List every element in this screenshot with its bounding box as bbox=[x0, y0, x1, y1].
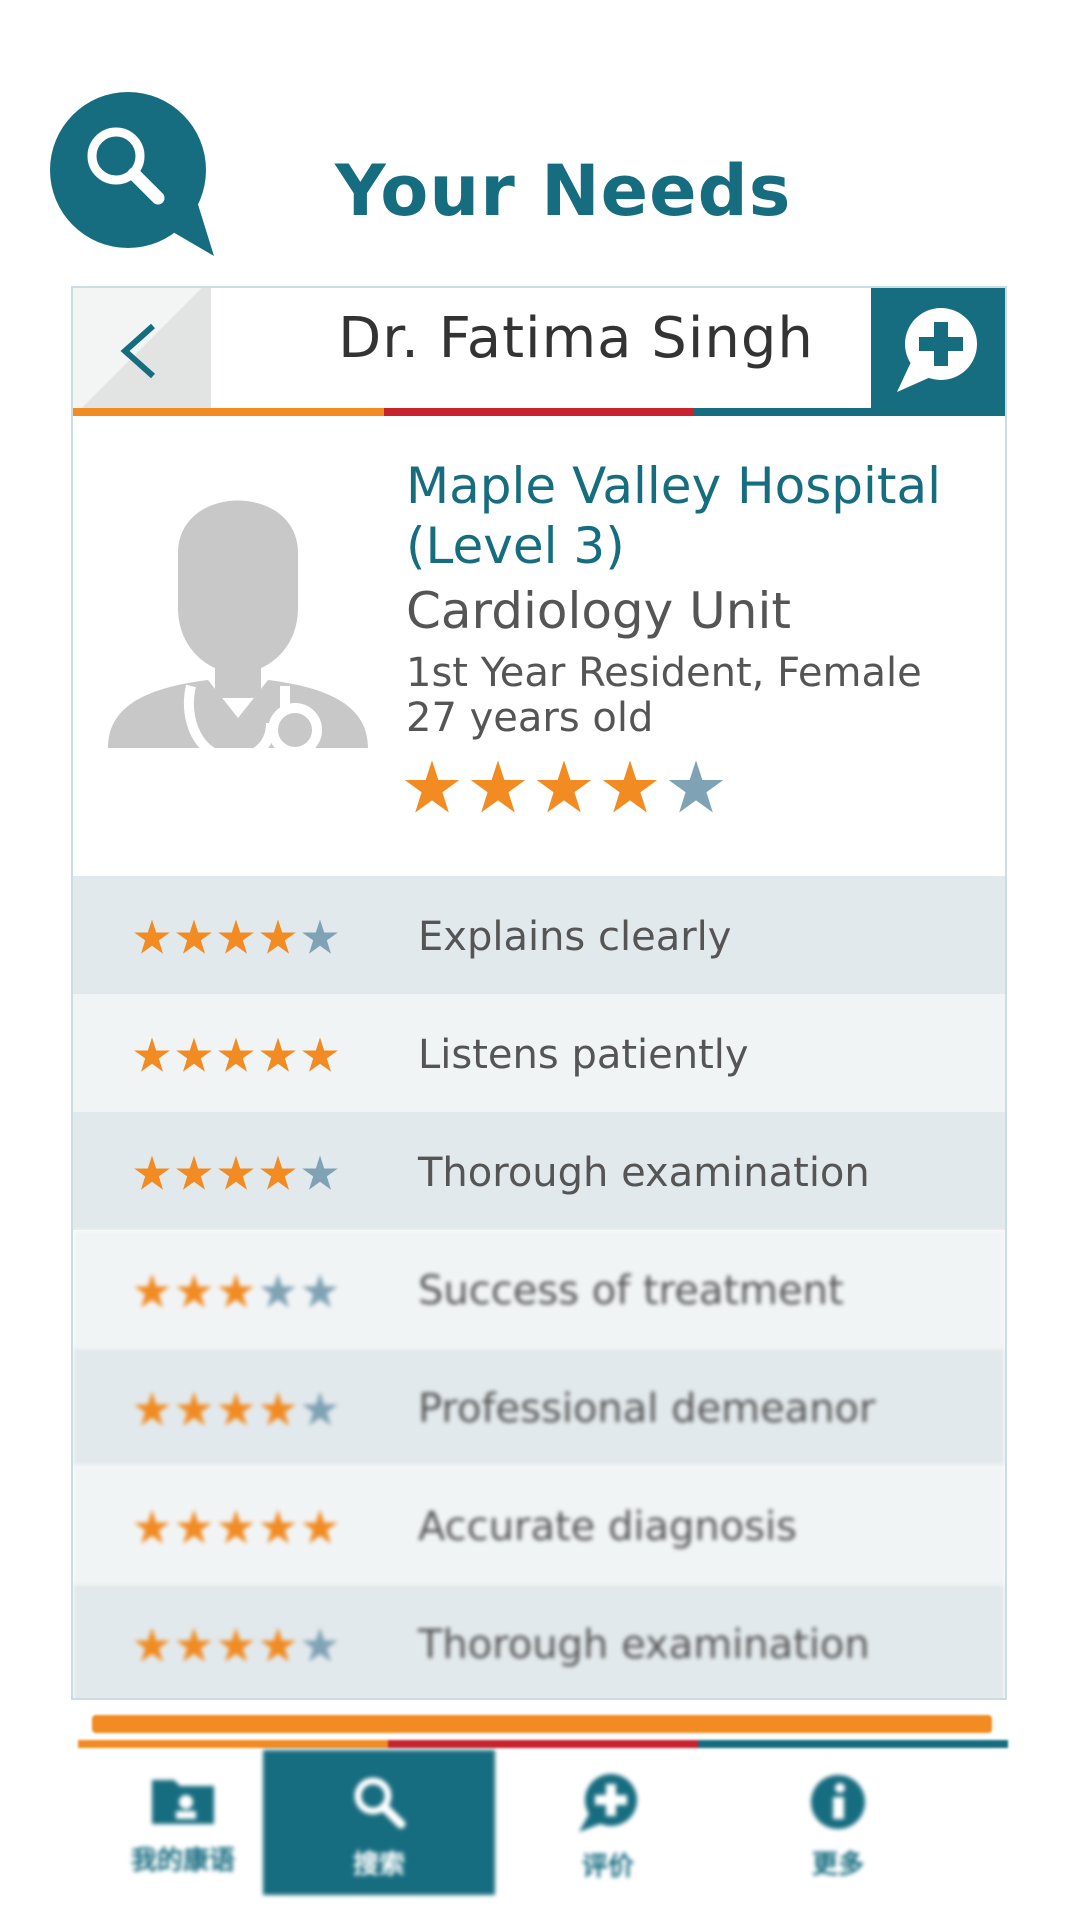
nav-color-strip bbox=[78, 1740, 1008, 1748]
star-filled-icon bbox=[260, 1391, 296, 1426]
rating-stars bbox=[133, 1272, 339, 1310]
star-filled-icon bbox=[134, 1037, 170, 1072]
card-header: Dr. Fatima Singh bbox=[73, 288, 1005, 416]
star-filled-icon bbox=[176, 1037, 212, 1072]
rating-row: Accurate diagnosis bbox=[73, 1466, 1005, 1584]
doctor-avatar-icon bbox=[103, 458, 373, 788]
rating-row: Thorough examination bbox=[73, 1584, 1005, 1698]
star-empty-icon bbox=[668, 760, 724, 813]
doctor-name: Dr. Fatima Singh bbox=[338, 306, 814, 371]
rating-stars bbox=[133, 918, 339, 956]
hospital-name: Maple Valley Hospital (Level 3) bbox=[406, 457, 942, 575]
nav-label: 搜索 bbox=[352, 1850, 405, 1880]
star-empty-icon bbox=[302, 1155, 338, 1190]
star-filled-icon bbox=[134, 1155, 170, 1190]
rating-stars bbox=[133, 1626, 339, 1664]
rating-label: Success of treatment bbox=[418, 1268, 844, 1314]
rating-label: Accurate diagnosis bbox=[418, 1504, 797, 1550]
star-filled-icon bbox=[218, 1155, 254, 1190]
rating-row: Explains clearly bbox=[73, 876, 1005, 994]
star-filled-icon bbox=[260, 1627, 296, 1662]
star-filled-icon bbox=[176, 1391, 212, 1426]
promo-heading: Your Needs bbox=[335, 150, 792, 232]
star-filled-icon bbox=[218, 1037, 254, 1072]
star-filled-icon bbox=[176, 1273, 212, 1308]
rating-row: Thorough examination bbox=[73, 1112, 1005, 1230]
rating-label: Thorough examination bbox=[418, 1150, 870, 1196]
nav-item-search[interactable]: 搜索 bbox=[263, 1750, 495, 1895]
star-empty-icon bbox=[302, 1391, 338, 1426]
star-filled-icon bbox=[602, 760, 658, 813]
department-name: Cardiology Unit bbox=[406, 582, 791, 640]
back-button[interactable] bbox=[73, 288, 211, 408]
add-review-button[interactable] bbox=[871, 288, 1005, 408]
chevron-left-icon bbox=[120, 323, 155, 379]
nav-label: 更多 bbox=[811, 1850, 864, 1880]
nav-label: 评价 bbox=[581, 1852, 634, 1882]
rating-row: Professional demeanor bbox=[73, 1348, 1005, 1466]
star-filled-icon bbox=[302, 1509, 338, 1544]
star-filled-icon bbox=[176, 1627, 212, 1662]
info-icon bbox=[808, 1772, 868, 1836]
star-filled-icon bbox=[134, 1509, 170, 1544]
star-filled-icon bbox=[260, 1037, 296, 1072]
star-filled-icon bbox=[260, 1155, 296, 1190]
star-filled-icon bbox=[176, 1155, 212, 1190]
rating-stars bbox=[133, 1508, 339, 1546]
rating-row: Listens patiently bbox=[73, 994, 1005, 1112]
doctor-age: 27 years old bbox=[406, 695, 654, 741]
add-comment-icon bbox=[575, 1772, 641, 1838]
doctor-card: Dr. Fatima Singh Maple Valley Hospital (… bbox=[71, 286, 1007, 1700]
nav-item-folder-profile[interactable]: 我的康语 bbox=[78, 1750, 288, 1895]
doctor-position: 1st Year Resident, Female bbox=[406, 650, 922, 696]
star-empty-icon bbox=[302, 919, 338, 954]
star-filled-icon bbox=[470, 760, 526, 813]
star-filled-icon bbox=[302, 1037, 338, 1072]
star-filled-icon bbox=[404, 760, 460, 813]
star-filled-icon bbox=[218, 1509, 254, 1544]
rating-label: Thorough examination bbox=[418, 1622, 870, 1668]
star-filled-icon bbox=[218, 1391, 254, 1426]
nav-item-add-comment[interactable]: 评价 bbox=[503, 1750, 713, 1895]
star-filled-icon bbox=[218, 1273, 254, 1308]
rating-row: Success of treatment bbox=[73, 1230, 1005, 1348]
accent-band bbox=[92, 1715, 992, 1733]
search-bubble-icon bbox=[46, 88, 261, 258]
star-filled-icon bbox=[176, 1509, 212, 1544]
search-icon bbox=[349, 1772, 409, 1836]
star-filled-icon bbox=[134, 1273, 170, 1308]
star-filled-icon bbox=[134, 919, 170, 954]
nav-item-info[interactable]: 更多 bbox=[733, 1750, 943, 1895]
star-filled-icon bbox=[536, 760, 592, 813]
nav-label: 我的康语 bbox=[130, 1846, 235, 1876]
star-filled-icon bbox=[176, 919, 212, 954]
star-empty-icon bbox=[260, 1273, 296, 1308]
star-filled-icon bbox=[134, 1627, 170, 1662]
overall-rating bbox=[403, 758, 725, 816]
rating-stars bbox=[133, 1390, 339, 1428]
rating-stars bbox=[133, 1154, 339, 1192]
star-filled-icon bbox=[218, 919, 254, 954]
star-filled-icon bbox=[134, 1391, 170, 1426]
star-filled-icon bbox=[260, 1509, 296, 1544]
bottom-nav: 我的康语 搜索 评价 更多 bbox=[78, 1750, 1008, 1895]
star-empty-icon bbox=[302, 1273, 338, 1308]
rating-label: Listens patiently bbox=[418, 1032, 749, 1078]
rating-label: Explains clearly bbox=[418, 914, 732, 960]
star-filled-icon bbox=[218, 1627, 254, 1662]
star-empty-icon bbox=[302, 1627, 338, 1662]
color-strip bbox=[73, 408, 1005, 416]
add-comment-icon bbox=[897, 308, 977, 392]
folder-profile-icon bbox=[148, 1772, 218, 1832]
star-filled-icon bbox=[260, 919, 296, 954]
rating-label: Professional demeanor bbox=[418, 1386, 876, 1432]
rating-stars bbox=[133, 1036, 339, 1074]
